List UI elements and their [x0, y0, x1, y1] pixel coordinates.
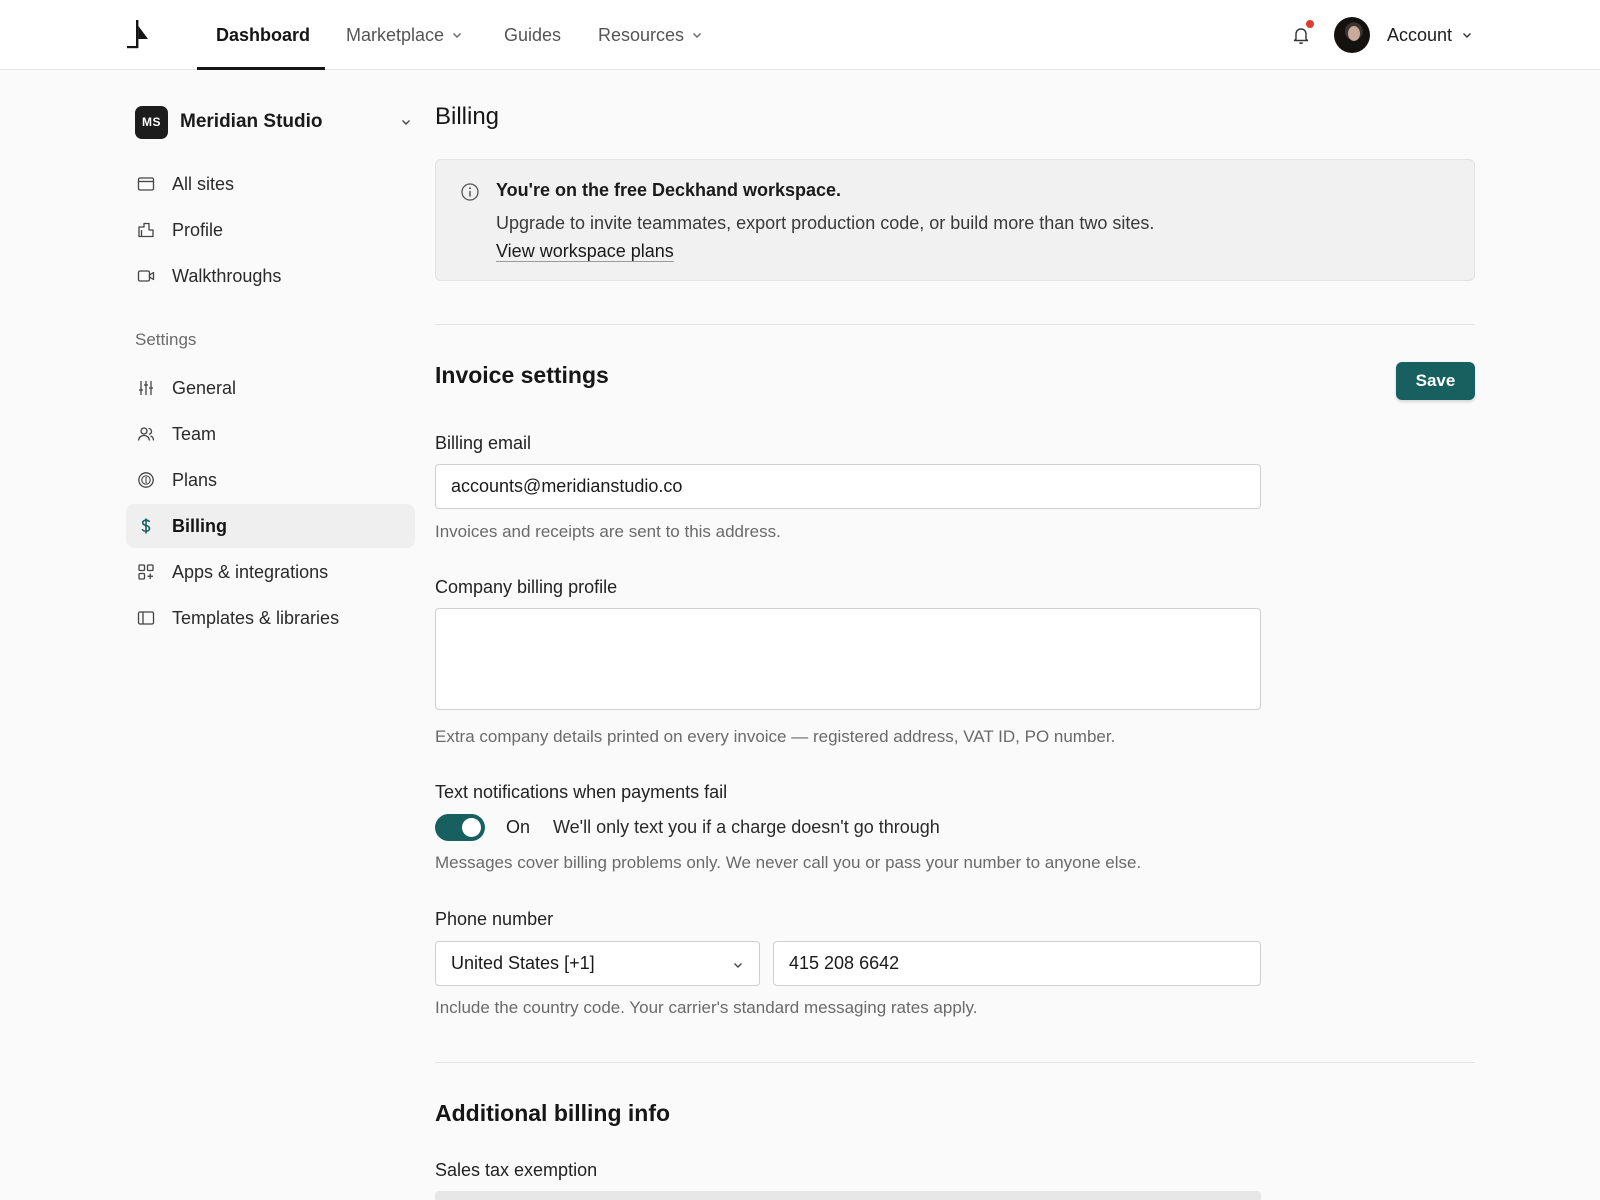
- company-profile-label: Company billing profile: [435, 577, 618, 597]
- sales-tax-exemption-label: Sales tax exemption: [435, 1160, 598, 1180]
- nav-marketplace[interactable]: Marketplace: [346, 0, 462, 70]
- sidebar-item-billing[interactable]: Billing: [126, 504, 415, 548]
- nav-resources[interactable]: Resources: [598, 0, 702, 70]
- sidebar-item-walkthroughs[interactable]: Walkthroughs: [126, 254, 415, 298]
- browser-window-icon: [137, 177, 155, 191]
- section-divider: [435, 324, 1475, 325]
- text-notifications-help: Messages cover billing problems only. We…: [435, 853, 1142, 872]
- avatar-face: [1348, 26, 1360, 41]
- notification-dot: [1306, 20, 1314, 28]
- banner-text: Upgrade to invite teammates, export prod…: [496, 213, 1155, 233]
- text-notifications-toggle[interactable]: [435, 814, 485, 841]
- nav-guides[interactable]: Guides: [504, 0, 561, 70]
- toggle-state-label: On: [506, 817, 531, 837]
- coin-icon: [138, 472, 154, 488]
- save-button[interactable]: Save: [1396, 362, 1475, 400]
- info-icon: [461, 183, 479, 201]
- storefront-icon: [138, 222, 154, 238]
- company-profile-help: Extra company details printed on every i…: [435, 727, 1116, 746]
- apps-grid-icon: [138, 564, 154, 580]
- invoice-settings-title: Invoice settings: [435, 362, 609, 388]
- chevron-down-icon: [453, 33, 462, 38]
- free-plan-banner: You're on the free Deckhand workspace. U…: [435, 159, 1475, 281]
- sidebar-item-all-sites[interactable]: All sites: [126, 162, 415, 206]
- sidebar-panel-icon: [137, 611, 155, 625]
- sidebar-item-profile[interactable]: Profile: [126, 208, 415, 252]
- nav-marketplace-label: Marketplace: [346, 25, 445, 45]
- sidebar-item-label: Templates & libraries: [172, 607, 340, 628]
- chevron-down-icon: [402, 120, 410, 125]
- additional-billing-info-title: Additional billing info: [435, 1100, 671, 1126]
- page-title: Billing: [435, 103, 500, 130]
- workspace-name: Meridian Studio: [180, 111, 323, 132]
- nav-dashboard[interactable]: Dashboard: [216, 0, 310, 70]
- dollar-icon: [141, 518, 151, 534]
- view-workspace-plans-link[interactable]: View workspace plans: [496, 241, 674, 262]
- account-label: Account: [1387, 25, 1453, 45]
- nav-active-indicator: [197, 67, 325, 70]
- video-camera-icon: [137, 270, 155, 282]
- sidebar-item-label: Profile: [172, 219, 224, 240]
- phone-number-help: Include the country code. Your carrier's…: [435, 998, 978, 1017]
- toggle-knob: [462, 818, 481, 837]
- sliders-icon: [139, 381, 153, 395]
- top-navigation-bar: Dashboard Marketplace Guides Resources A…: [0, 0, 1600, 70]
- sales-tax-exemption-field[interactable]: [435, 1191, 1261, 1200]
- text-notifications-label: Text notifications when payments fail: [435, 782, 728, 802]
- sidebar-item-general[interactable]: General: [126, 366, 415, 410]
- chevron-down-icon: [693, 33, 702, 38]
- billing-email-label: Billing email: [435, 433, 532, 453]
- chevron-down-icon: [1463, 33, 1472, 38]
- avatar[interactable]: [1334, 17, 1370, 53]
- sidebar-item-label: All sites: [172, 173, 235, 194]
- sidebar-item-label: Billing: [172, 515, 227, 536]
- nav-guides-label: Guides: [504, 25, 562, 45]
- workspace-switcher[interactable]: MS Meridian Studio: [135, 105, 411, 139]
- sidebar-item-label: General: [172, 377, 237, 398]
- sidebar-item-plans[interactable]: Plans: [126, 458, 415, 502]
- account-menu[interactable]: Account: [1387, 0, 1472, 70]
- section-divider: [435, 1062, 1475, 1063]
- nav-resources-label: Resources: [598, 25, 685, 45]
- sidebar-item-label: Walkthroughs: [172, 265, 282, 286]
- nav-dashboard-label: Dashboard: [216, 25, 311, 45]
- sidebar-item-label: Team: [172, 423, 217, 444]
- chevron-down-icon: [734, 963, 742, 968]
- settings-heading: Settings: [135, 330, 197, 349]
- toggle-description: We'll only text you if a charge doesn't …: [553, 817, 940, 837]
- workspace-badge: MS: [135, 105, 168, 139]
- phone-number-label: Phone number: [435, 909, 554, 929]
- company-profile-field[interactable]: [435, 608, 1261, 710]
- country-code-select[interactable]: United States [+1]: [435, 941, 760, 986]
- country-code-value: United States [+1]: [451, 953, 595, 973]
- sidebar-item-team[interactable]: Team: [126, 412, 415, 456]
- billing-email-help: Invoices and receipts are sent to this a…: [435, 522, 781, 541]
- sidebar-item-apps-integrations[interactable]: Apps & integrations: [126, 550, 415, 594]
- deckhand-logo-icon[interactable]: [124, 20, 152, 50]
- sidebar-item-label: Apps & integrations: [172, 561, 329, 582]
- sidebar-item-templates-libraries[interactable]: Templates & libraries: [126, 596, 415, 640]
- users-icon: [137, 427, 155, 441]
- sidebar-item-label: Plans: [172, 469, 218, 490]
- billing-email-field[interactable]: [435, 464, 1261, 509]
- phone-number-field[interactable]: [773, 941, 1261, 986]
- banner-title: You're on the free Deckhand workspace.: [496, 180, 842, 200]
